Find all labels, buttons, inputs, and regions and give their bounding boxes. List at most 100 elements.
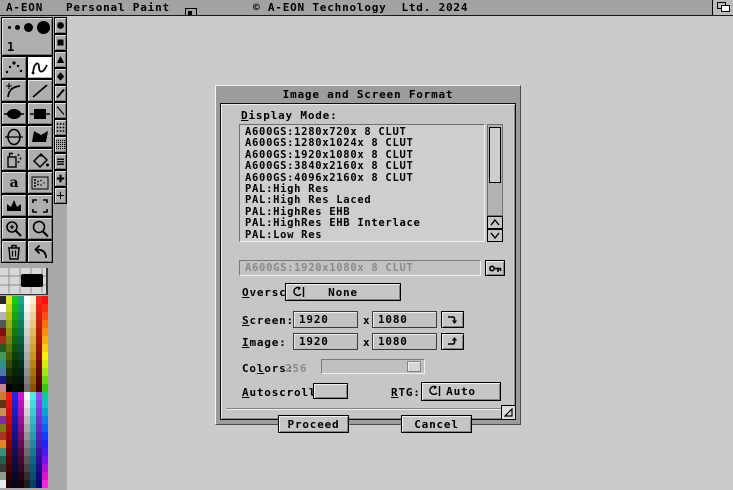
tool-brush-line-ne[interactable]: [54, 85, 67, 102]
colors-slider-thumb[interactable]: [407, 361, 421, 372]
palette-color[interactable]: [42, 360, 48, 368]
tool-brush-triangle[interactable]: [54, 51, 67, 68]
palette-color[interactable]: [42, 408, 48, 416]
palette-color[interactable]: [42, 392, 48, 400]
tool-brush-plus-thin[interactable]: [54, 187, 67, 204]
brush-size-number: 1: [7, 40, 14, 54]
palette-color[interactable]: [42, 296, 48, 304]
brush-pickup-tool[interactable]: [1, 194, 27, 217]
palette-color[interactable]: [42, 448, 48, 456]
tool-brush-hlines[interactable]: [54, 153, 67, 170]
tool-brush-line-nw[interactable]: [54, 102, 67, 119]
scrollbar-thumb[interactable]: [489, 127, 501, 183]
palette-color[interactable]: [42, 384, 48, 392]
display-mode-list[interactable]: A600GS:1280x720x 8 CLUTA600GS:1280x1024x…: [239, 124, 485, 242]
filled-box-tool[interactable]: [27, 102, 53, 125]
palette-color[interactable]: [42, 416, 48, 424]
zoom-out-tool[interactable]: [27, 217, 53, 240]
rtg-cycle-gadget[interactable]: Auto: [421, 382, 501, 401]
fill-tool[interactable]: [27, 148, 53, 171]
cycle-icon: [427, 385, 441, 400]
outline-ellipse-tool[interactable]: [1, 125, 27, 148]
tool-brush-plus-bold[interactable]: [54, 170, 67, 187]
depth-icon: [717, 2, 730, 13]
app-name: A-EON: [6, 1, 43, 14]
palette-color[interactable]: [42, 432, 48, 440]
palette-color[interactable]: [42, 424, 48, 432]
display-mode-option[interactable]: A600GS:3840x2160x 8 CLUT: [245, 161, 484, 172]
airbrush-tool[interactable]: [1, 148, 27, 171]
select-tool[interactable]: [27, 194, 53, 217]
display-mode-option[interactable]: PAL:Low Res: [245, 230, 484, 241]
scroll-up-button[interactable]: [487, 216, 503, 229]
tool-brush-square[interactable]: [54, 34, 67, 51]
line-tool[interactable]: [27, 79, 53, 102]
text-tool[interactable]: a: [1, 171, 27, 194]
tool-brush-dots-coarse[interactable]: [54, 119, 67, 136]
brush-dot-3[interactable]: [24, 23, 33, 32]
palette-color[interactable]: [42, 328, 48, 336]
palette-color[interactable]: [42, 352, 48, 360]
curve-tool[interactable]: [1, 79, 27, 102]
palette-color[interactable]: [42, 464, 48, 472]
palette-color[interactable]: [42, 376, 48, 384]
dither-tool[interactable]: [27, 171, 53, 194]
palette-color[interactable]: [42, 320, 48, 328]
brush-dot-4[interactable]: [37, 21, 50, 34]
polygon-tool[interactable]: [27, 125, 53, 148]
palette-color[interactable]: [42, 400, 48, 408]
palette-color[interactable]: [42, 312, 48, 320]
palette-color[interactable]: [42, 456, 48, 464]
tool-brush-dots-fine[interactable]: [54, 136, 67, 153]
cancel-button[interactable]: Cancel: [401, 415, 472, 433]
display-mode-label: Display Mode:: [241, 109, 338, 122]
filled-ellipse-tool[interactable]: [1, 102, 27, 125]
proceed-button[interactable]: Proceed: [278, 415, 349, 433]
screen-height-field[interactable]: 1080: [372, 311, 437, 328]
key-icon: [489, 264, 502, 273]
arrow-up-curve-icon: [447, 336, 458, 347]
palette-color[interactable]: [42, 304, 48, 312]
display-mode-option[interactable]: PAL:HighRes EHB Interlace: [245, 218, 484, 229]
overscan-cycle-gadget[interactable]: None: [285, 283, 401, 301]
palette-color[interactable]: [42, 440, 48, 448]
dotted-freehand-tool[interactable]: [1, 56, 27, 79]
screen-width-field[interactable]: 1920: [293, 311, 358, 328]
mode-name-field[interactable]: A600GS:1920x1080x 8 CLUT: [239, 260, 481, 276]
palette-color[interactable]: [42, 472, 48, 480]
dialog-title[interactable]: Image and Screen Format: [216, 88, 520, 101]
copy-screen-to-image-button[interactable]: [441, 311, 464, 328]
mode-key-button[interactable]: [485, 260, 505, 276]
freehand-tool[interactable]: [27, 56, 53, 79]
dialog-resize-gadget[interactable]: [501, 405, 515, 419]
divider: [226, 408, 510, 410]
scrollbar-trough[interactable]: [487, 124, 503, 216]
brush-size-selector[interactable]: 1: [1, 17, 53, 56]
foreground-color-swatch: [21, 274, 43, 287]
image-label: Image:: [242, 336, 287, 349]
palette-color[interactable]: [42, 336, 48, 344]
tool-brush-diamond[interactable]: [54, 68, 67, 85]
color-palette: [0, 296, 48, 488]
brush-dot-1[interactable]: [8, 26, 11, 29]
clear-tool[interactable]: [1, 240, 27, 263]
autoscroll-checkbox[interactable]: [313, 383, 348, 399]
image-width-field[interactable]: 1920: [293, 333, 358, 350]
screen-depth-gadget[interactable]: [712, 0, 733, 15]
arrow-down-curve-icon: [447, 314, 458, 325]
colors-slider[interactable]: [321, 359, 425, 374]
brush-dot-2[interactable]: [15, 25, 20, 30]
scroll-down-button[interactable]: [487, 229, 503, 242]
palette-color[interactable]: [42, 480, 48, 488]
copyright-text: © A-EON Technology Ltd. 2024: [253, 1, 468, 14]
screen-title-bar[interactable]: A-EON Personal Paint © A-EON Technology …: [0, 0, 733, 16]
tool-brush-circle[interactable]: [54, 17, 67, 34]
copy-image-to-screen-button[interactable]: [441, 333, 464, 350]
current-colors-indicator[interactable]: [0, 268, 48, 295]
image-height-field[interactable]: 1080: [372, 333, 437, 350]
palette-color[interactable]: [42, 368, 48, 376]
cycle-icon: [291, 286, 305, 301]
palette-color[interactable]: [42, 344, 48, 352]
undo-tool[interactable]: [27, 240, 53, 263]
zoom-in-tool[interactable]: [1, 217, 27, 240]
